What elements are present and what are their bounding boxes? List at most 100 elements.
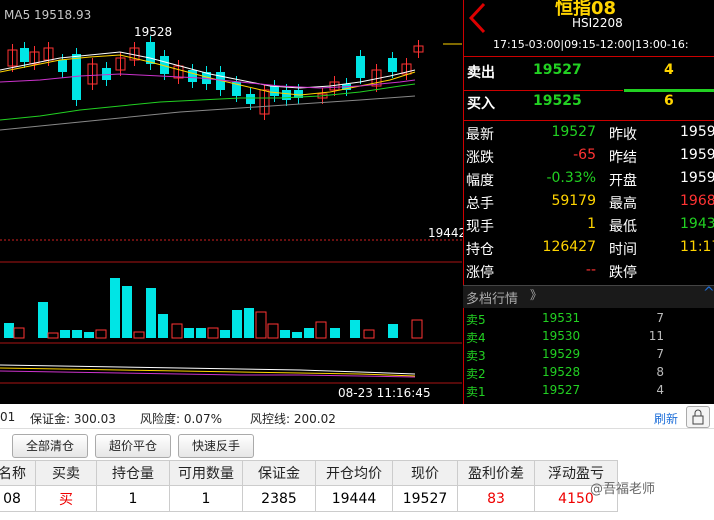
ask-volume: 4 [656, 383, 664, 397]
contract-code: HSI2208 [572, 16, 623, 30]
column-header[interactable]: 名称 [0, 460, 36, 486]
quote-label: 涨跌 [466, 150, 494, 166]
volume-bar [304, 328, 314, 338]
buy-qty: 6 [664, 93, 674, 109]
table-cell: 1 [96, 485, 170, 512]
volume-bar [388, 324, 398, 338]
buy-label: 买入 [467, 96, 495, 112]
ask-price: 19527 [542, 383, 581, 397]
volume-bar [158, 314, 168, 338]
quote-value: 1959 [680, 170, 714, 186]
quote-label: 涨停 [466, 265, 494, 281]
watermark: @吾福老师 [590, 482, 656, 497]
ask-label: 卖5 [466, 313, 486, 327]
column-header[interactable]: 开仓均价 [315, 460, 393, 486]
ask-price: 19528 [542, 365, 581, 379]
ask-price: 19531 [542, 311, 581, 325]
ask-volume: 11 [648, 329, 664, 343]
table-cell: 1 [169, 485, 243, 512]
risk-info: 风险度: 0.07% [140, 412, 222, 426]
volume-bar [196, 328, 206, 338]
volume-bar [315, 321, 327, 339]
crosshair-time-label: 08-23 11:16:45 [338, 386, 431, 400]
quote-value: 1968 [680, 193, 714, 209]
divider [0, 428, 714, 429]
kline-chart[interactable]: MA5 19518.93 19528 19442 08-23 11:16:45 [0, 0, 466, 404]
quote-label: 幅度 [466, 173, 494, 189]
sell-label: 卖出 [467, 65, 495, 81]
volume-bar [280, 330, 290, 338]
volume-bar [47, 332, 59, 339]
quote-value: 1959 [680, 124, 714, 140]
volume-bar [95, 329, 107, 339]
quote-label: 昨收 [609, 127, 637, 143]
volume-bar [110, 278, 120, 338]
ask-volume: 7 [656, 311, 664, 325]
quote-label: 开盘 [609, 173, 637, 189]
account-panel: 01 保证金: 300.03 风险度: 0.07% 风控线: 200.02 刷新… [0, 404, 714, 520]
volume-bar [60, 330, 70, 338]
column-header[interactable]: 可用数量 [169, 460, 243, 486]
quote-label: 跌停 [609, 265, 637, 281]
quote-value: 1959 [680, 147, 714, 163]
collapse-icon[interactable]: ^ [703, 285, 714, 301]
ma5-label: MA5 19518.93 [4, 8, 92, 22]
quote-value: -- [585, 262, 596, 278]
table-cell: 2385 [242, 485, 316, 512]
volume-bar [350, 320, 360, 338]
table-cell: 买 [35, 485, 97, 512]
quote-value: -0.33% [546, 170, 596, 186]
divider [463, 56, 714, 57]
volume-bar [244, 308, 254, 338]
close-all-button[interactable]: 全部清仓 [12, 434, 88, 458]
buy-price: 19525 [533, 93, 582, 109]
volume-bar [220, 330, 230, 338]
volume-bar [122, 286, 132, 338]
back-arrow-icon[interactable] [466, 2, 488, 34]
quote-value: 126427 [542, 239, 596, 255]
account-prefix: 01 [0, 410, 16, 424]
peak-price-label: 19528 [134, 25, 173, 39]
column-header[interactable]: 现价 [392, 460, 458, 486]
margin-info: 保证金: 300.03 [30, 412, 116, 426]
low-price-label: 19442 [428, 226, 467, 240]
column-header[interactable]: 盈利价差 [457, 460, 535, 486]
column-header[interactable]: 持仓量 [96, 460, 170, 486]
volume-bar [207, 327, 219, 339]
reverse-button[interactable]: 快速反手 [178, 434, 254, 458]
table-cell: 19444 [315, 485, 393, 512]
column-header[interactable]: 保证金 [242, 460, 316, 486]
trading-hours: 17:15-03:00|09:15-12:00|13:00-16: [493, 38, 689, 51]
divider [463, 120, 714, 121]
volume-bar [84, 332, 94, 338]
refresh-link[interactable]: 刷新 [654, 410, 678, 427]
volume-bar [267, 323, 279, 339]
volume-bar [255, 311, 267, 339]
volume-bar [184, 328, 194, 338]
column-header[interactable]: 买卖 [35, 460, 97, 486]
lock-icon[interactable] [686, 406, 710, 428]
risk-control-info: 风控线: 200.02 [250, 412, 336, 426]
table-cell: 19527 [392, 485, 458, 512]
volume-bar [133, 331, 145, 339]
quote-label: 现手 [466, 219, 494, 235]
ask-label: 卖2 [466, 367, 486, 381]
quote-value: -65 [573, 147, 596, 163]
table-row[interactable]: 08 买 1 1 2385 19444 19527 83 4150 [0, 485, 618, 512]
sell-qty: 4 [664, 62, 674, 78]
orderbook-title: 多档行情 [466, 292, 519, 307]
volume-bar [171, 323, 183, 339]
volume-bar [38, 302, 48, 338]
quote-value: 1 [587, 216, 596, 232]
ask-label: 卖1 [466, 385, 486, 399]
volume-bar [146, 288, 156, 338]
divider [463, 90, 623, 91]
quick-close-button[interactable]: 超价平仓 [95, 434, 171, 458]
chevron-down-icon[interactable]: 》 [530, 286, 542, 303]
ask-volume: 8 [656, 365, 664, 379]
quote-label: 总手 [466, 196, 494, 212]
ask-label: 卖4 [466, 331, 486, 345]
volume-bar [13, 327, 25, 339]
sell-price: 19527 [533, 62, 582, 78]
quote-value: 19527 [551, 124, 596, 140]
